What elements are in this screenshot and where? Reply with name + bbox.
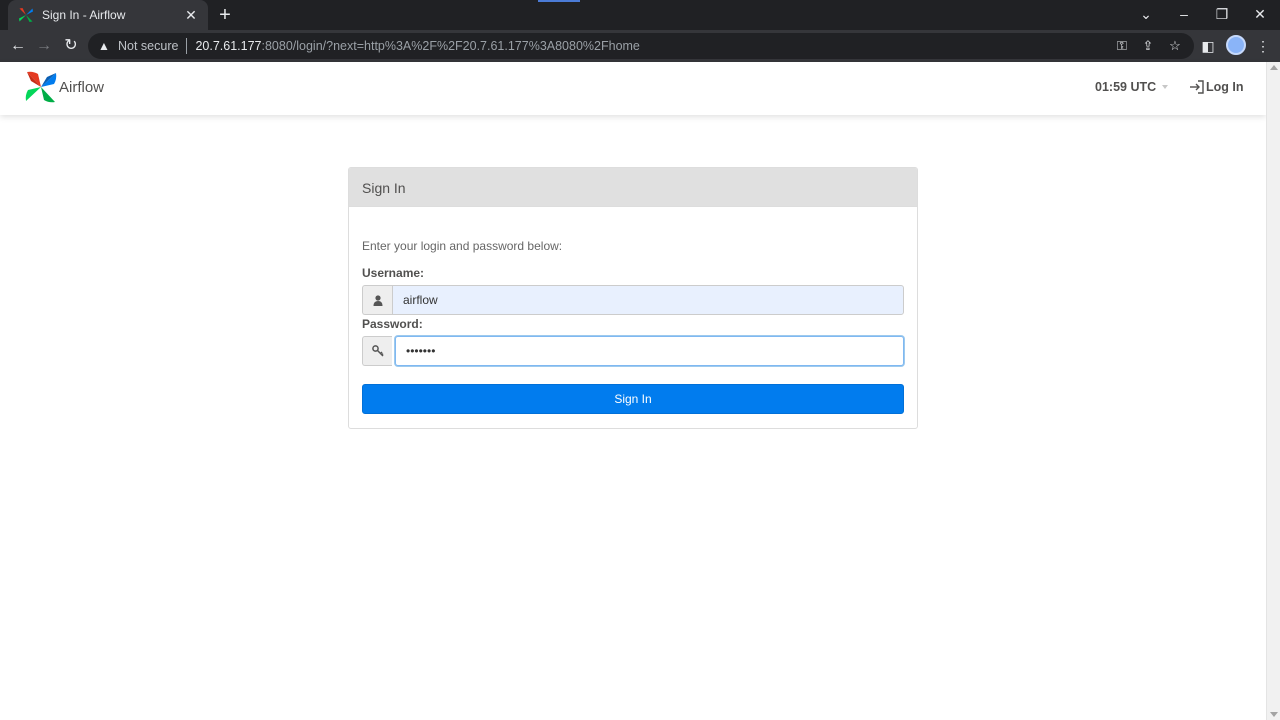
tab-strip-accent bbox=[538, 0, 580, 2]
forward-icon[interactable]: → bbox=[32, 34, 56, 58]
username-input[interactable] bbox=[392, 285, 904, 315]
omnibox-divider bbox=[186, 38, 188, 54]
page-scrollbar[interactable] bbox=[1266, 62, 1280, 720]
back-icon[interactable]: ← bbox=[6, 34, 30, 58]
password-group bbox=[362, 336, 904, 366]
side-panel-icon[interactable]: ◧ bbox=[1197, 35, 1219, 57]
brand-name: Airflow bbox=[59, 78, 105, 96]
username-label: Username: bbox=[362, 266, 425, 280]
password-label: Password: bbox=[362, 317, 423, 331]
airflow-logo-icon bbox=[25, 71, 57, 103]
share-icon[interactable]: ⇪ bbox=[1138, 37, 1158, 55]
username-group bbox=[362, 285, 904, 315]
browser-tab-strip: Sign In - Airflow ✕ + ⌄ – ❐ ✕ bbox=[0, 0, 1280, 30]
scroll-down-icon[interactable] bbox=[1270, 712, 1278, 717]
sign-in-icon bbox=[1190, 80, 1204, 94]
airflow-favicon-icon bbox=[19, 8, 33, 22]
warning-icon[interactable]: ▲ bbox=[98, 39, 112, 53]
login-panel: Sign In Enter your login and password be… bbox=[348, 167, 918, 429]
page-viewport: Airflow 01:59 UTC Log In Sign In Enter y… bbox=[0, 62, 1266, 720]
user-icon-addon bbox=[362, 285, 392, 315]
tab-title: Sign In - Airflow bbox=[42, 8, 126, 22]
new-tab-button[interactable]: + bbox=[214, 4, 236, 26]
tab-close-icon[interactable]: ✕ bbox=[182, 6, 200, 24]
close-window-icon[interactable]: ✕ bbox=[1241, 0, 1279, 30]
user-icon bbox=[373, 294, 382, 306]
login-link-label: Log In bbox=[1206, 80, 1244, 94]
security-status[interactable]: Not secure bbox=[118, 39, 178, 53]
url-host[interactable]: 20.7.61.177 bbox=[195, 39, 261, 53]
minimize-icon[interactable]: – bbox=[1165, 0, 1203, 30]
key-icon-addon bbox=[362, 336, 392, 366]
star-icon[interactable]: ☆ bbox=[1165, 37, 1185, 55]
login-link[interactable]: Log In bbox=[1189, 80, 1244, 94]
brand-link[interactable]: Airflow bbox=[25, 71, 104, 103]
clock-time: 01:59 UTC bbox=[1095, 80, 1157, 94]
menu-icon[interactable]: ⋮ bbox=[1252, 35, 1274, 57]
address-bar[interactable]: ▲ Not secure 20.7.61.177:8080/login/?nex… bbox=[88, 33, 1194, 59]
browser-toolbar: ← → ↻ ▲ Not secure 20.7.61.177:8080/logi… bbox=[0, 30, 1280, 62]
key-icon bbox=[371, 345, 384, 357]
chevron-down-icon bbox=[1162, 85, 1169, 89]
login-hint: Enter your login and password below: bbox=[362, 239, 563, 253]
restore-icon[interactable]: ❐ bbox=[1203, 0, 1241, 30]
key-icon[interactable]: ⚿ bbox=[1112, 37, 1132, 55]
url-path[interactable]: :8080/login/?next=http%3A%2F%2F20.7.61.1… bbox=[262, 39, 640, 53]
profile-avatar[interactable] bbox=[1226, 35, 1246, 55]
browser-tab-active[interactable]: Sign In - Airflow ✕ bbox=[8, 0, 208, 30]
clock-dropdown[interactable]: 01:59 UTC bbox=[1095, 80, 1169, 94]
sign-in-button[interactable]: Sign In bbox=[362, 384, 904, 414]
scroll-up-icon[interactable] bbox=[1270, 65, 1278, 70]
panel-heading: Sign In bbox=[349, 168, 917, 207]
airflow-navbar: Airflow 01:59 UTC Log In bbox=[0, 62, 1266, 115]
reload-icon[interactable]: ↻ bbox=[59, 34, 83, 58]
password-input[interactable] bbox=[395, 336, 904, 366]
tab-search-icon[interactable]: ⌄ bbox=[1127, 0, 1165, 30]
